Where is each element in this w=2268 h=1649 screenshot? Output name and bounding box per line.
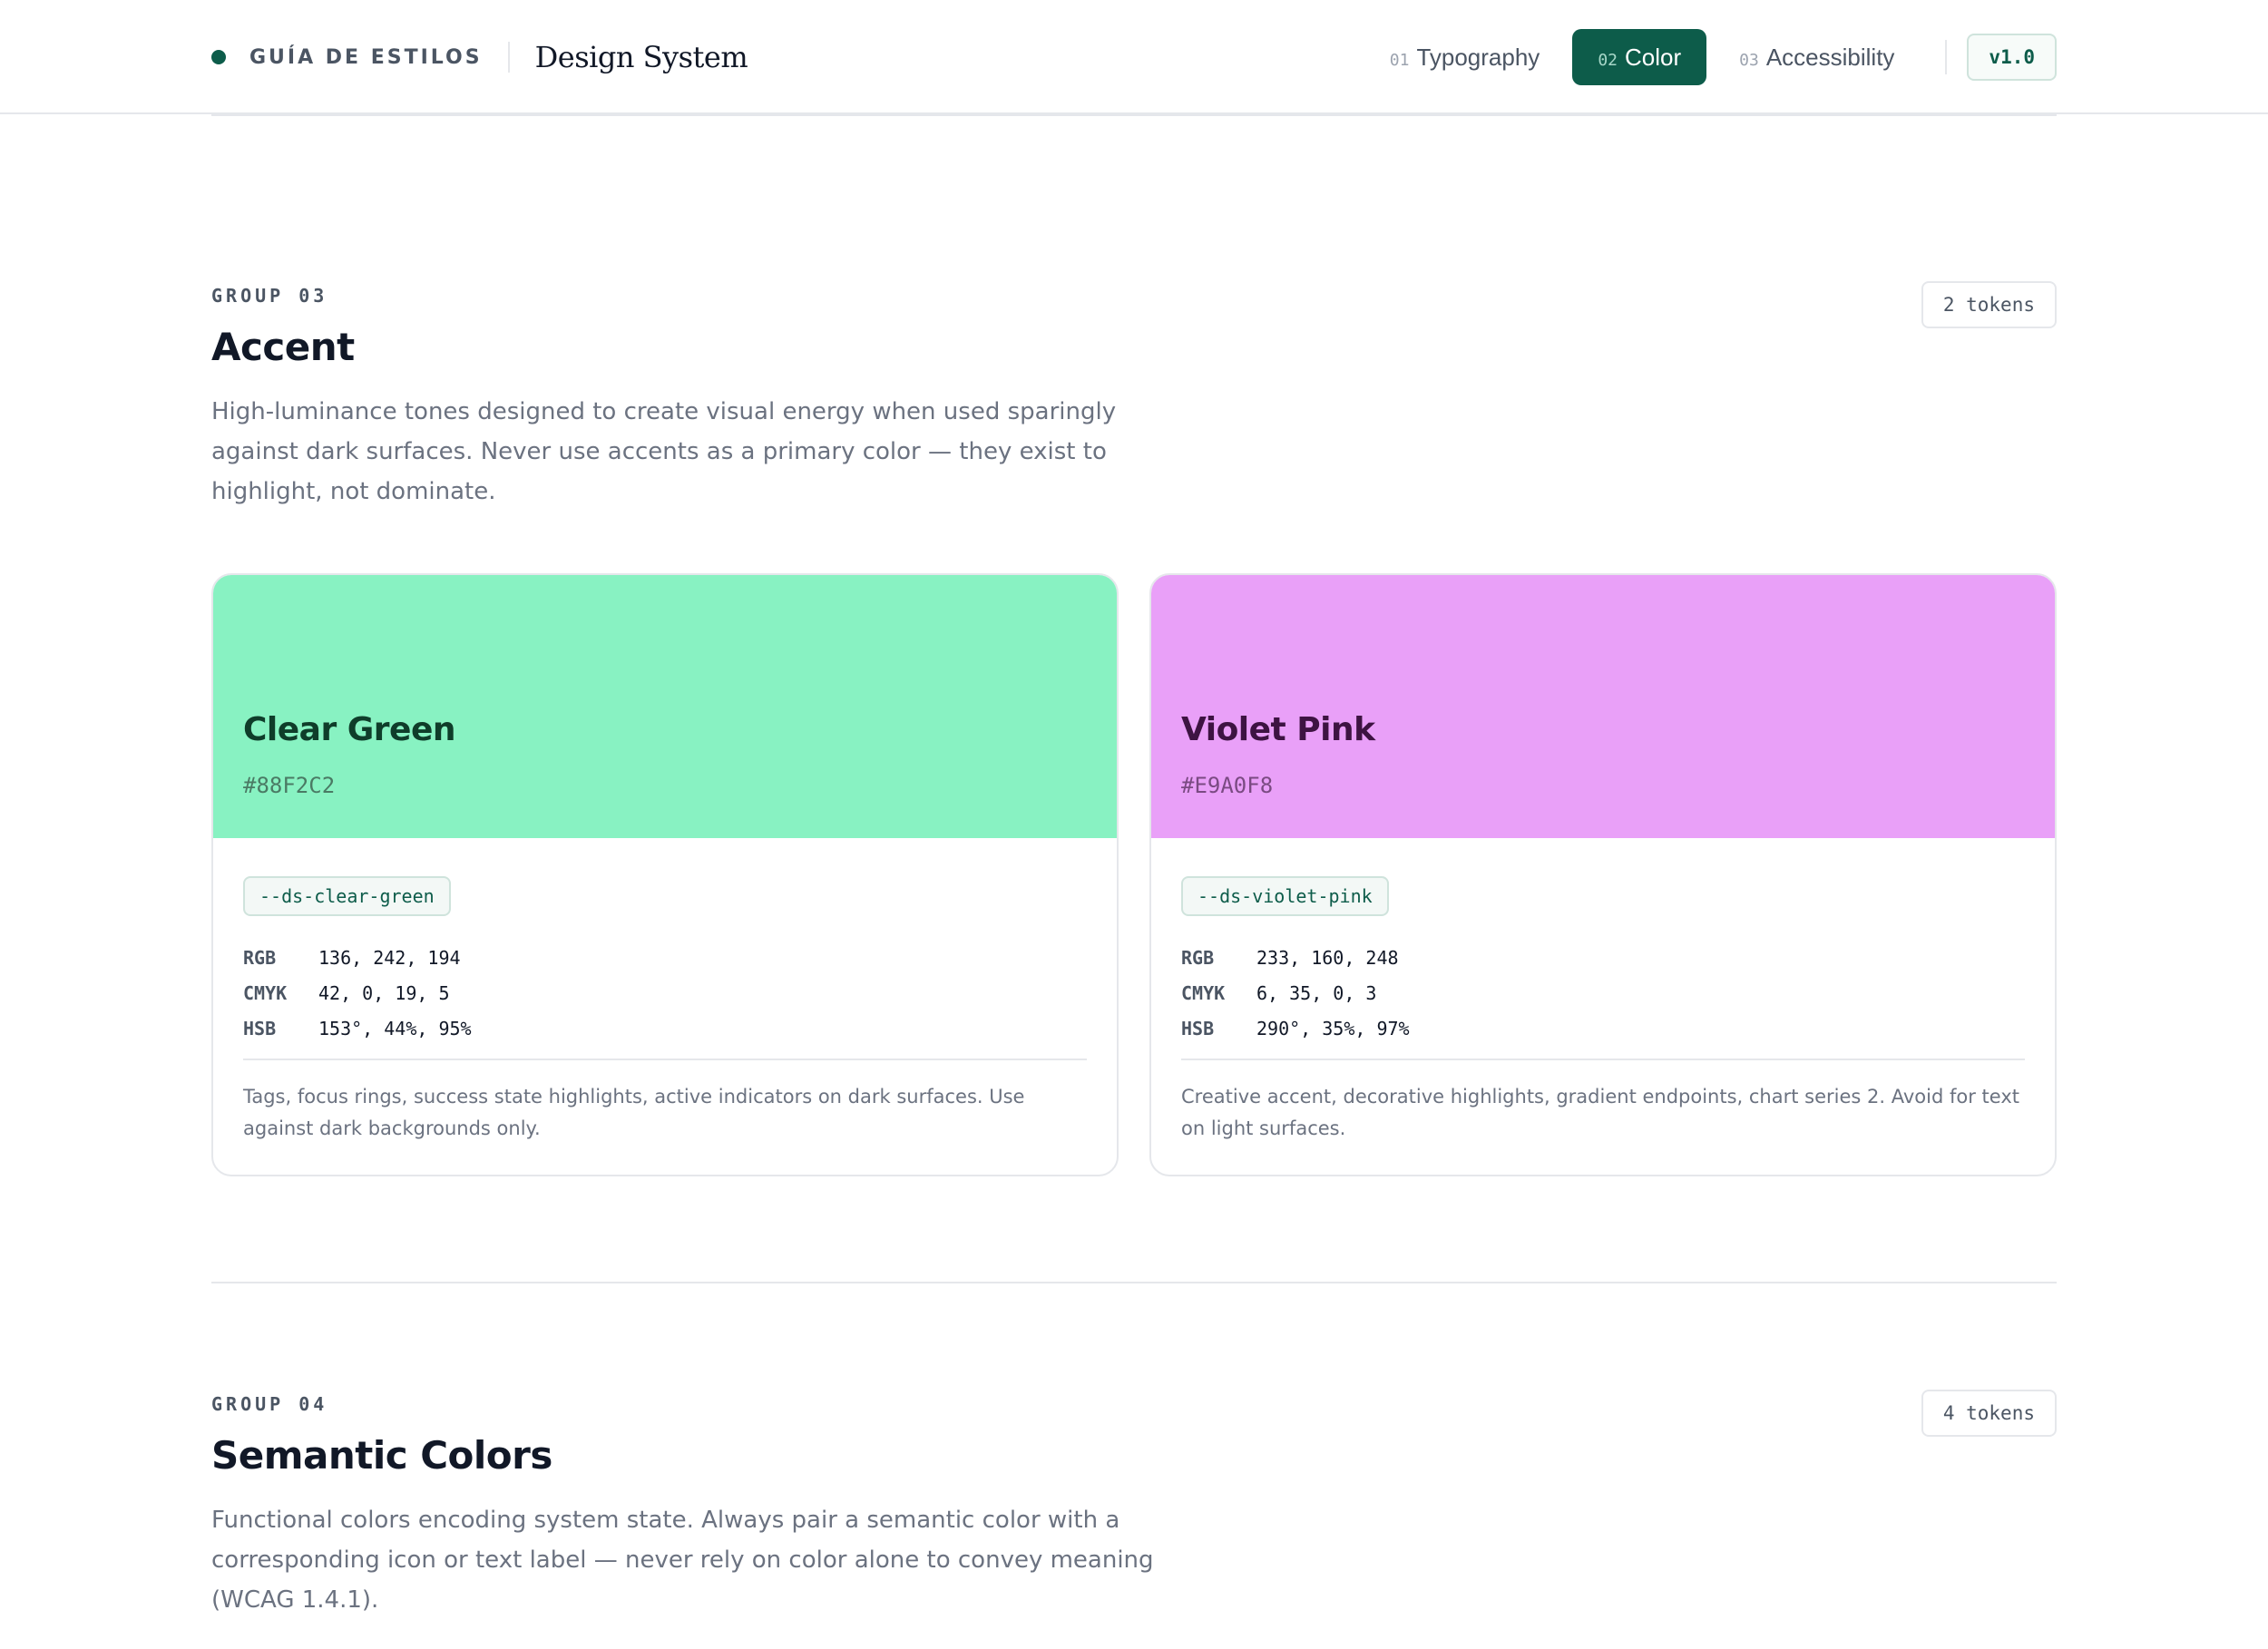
token-count-badge: 2 tokens: [1921, 281, 2057, 328]
color-card-clear-green: Clear Green #88F2C2 --ds-clear-green RGB…: [211, 573, 1119, 1176]
spec-value: 136, 242, 194: [318, 946, 461, 969]
top-bar-inner: GUÍA DE ESTILOS Design System 01 Typogra…: [211, 0, 2057, 114]
swatch-hex: #88F2C2: [243, 773, 336, 798]
spec-key: CMYK: [243, 981, 288, 1004]
spec-value: 233, 160, 248: [1256, 946, 1399, 969]
color-swatch: Violet Pink #E9A0F8: [1151, 575, 2055, 838]
swatch-name: Clear Green: [243, 711, 456, 748]
spec-value: 153°, 44%, 95%: [318, 1017, 472, 1039]
top-bar: GUÍA DE ESTILOS Design System 01 Typogra…: [0, 0, 2268, 114]
spec-row-hsb: HSB 153°, 44%, 95%: [243, 1010, 472, 1046]
nav-tab-accessibility[interactable]: 03 Accessibility: [1714, 29, 1920, 85]
token-count-badge: 4 tokens: [1921, 1390, 2057, 1437]
spec-value: 290°, 35%, 97%: [1256, 1017, 1410, 1039]
nav-tab-label: Typography: [1416, 43, 1540, 71]
swatch-name: Violet Pink: [1181, 711, 1375, 748]
spec-value: 6, 35, 0, 3: [1256, 981, 1377, 1004]
group-title: Semantic Colors: [211, 1433, 552, 1478]
section-nav: 01 Typography 02 Color 03 Accessibility …: [1357, 29, 2057, 85]
color-swatch: Clear Green #88F2C2: [213, 575, 1117, 838]
spec-key: HSB: [1181, 1017, 1215, 1039]
brand-divider: [507, 42, 510, 73]
card-divider: [1181, 1059, 2025, 1060]
spec-row-rgb: RGB 233, 160, 248: [1181, 940, 1410, 975]
css-variable-chip[interactable]: --ds-clear-green: [243, 876, 451, 916]
nav-tab-label: Color: [1625, 43, 1682, 71]
color-specs: RGB 136, 242, 194 CMYK 42, 0, 19, 5 HSB …: [243, 940, 472, 1046]
spec-row-hsb: HSB 290°, 35%, 97%: [1181, 1010, 1410, 1046]
spec-row-cmyk: CMYK 6, 35, 0, 3: [1181, 975, 1410, 1010]
group-title: Accent: [211, 325, 355, 369]
spec-row-cmyk: CMYK 42, 0, 19, 5: [243, 975, 472, 1010]
group-description: High-luminance tones designed to create …: [211, 398, 1117, 505]
nav-tab-number: 03: [1739, 50, 1759, 70]
card-divider: [243, 1059, 1087, 1060]
group-description: Functional colors encoding system state.…: [211, 1507, 1154, 1614]
nav-tab-number: 01: [1389, 50, 1410, 70]
usage-note: Creative accent, decorative highlights, …: [1181, 1086, 2019, 1139]
spec-key: CMYK: [1181, 981, 1226, 1004]
spec-value: 42, 0, 19, 5: [318, 981, 450, 1004]
usage-note: Tags, focus rings, success state highlig…: [243, 1086, 1025, 1139]
header-rule: [211, 114, 2057, 116]
spec-key: RGB: [1181, 946, 1215, 969]
version-badge: v1.0: [1967, 34, 2057, 81]
spec-key: HSB: [243, 1017, 277, 1039]
nav-tab-typography[interactable]: 01 Typography: [1364, 29, 1566, 85]
nav-tab-label: Accessibility: [1765, 43, 1895, 71]
css-variable-chip[interactable]: --ds-violet-pink: [1181, 876, 1389, 916]
nav-divider: [1945, 40, 1948, 74]
group-label: GROUP 03: [211, 285, 328, 307]
brand-dot-icon: [211, 50, 226, 64]
color-card-violet-pink: Violet Pink #E9A0F8 --ds-violet-pink RGB…: [1149, 573, 2057, 1176]
spec-row-rgb: RGB 136, 242, 194: [243, 940, 472, 975]
brand-kicker: GUÍA DE ESTILOS: [249, 45, 483, 69]
nav-tab-number: 02: [1598, 50, 1618, 70]
swatch-hex: #E9A0F8: [1181, 773, 1274, 798]
spec-key: RGB: [243, 946, 277, 969]
section-divider: [211, 1282, 2057, 1283]
color-specs: RGB 233, 160, 248 CMYK 6, 35, 0, 3 HSB 2…: [1181, 940, 1410, 1046]
nav-tab-color[interactable]: 02 Color: [1572, 29, 1707, 85]
brand-title: Design System: [534, 40, 748, 74]
group-label: GROUP 04: [211, 1393, 328, 1415]
